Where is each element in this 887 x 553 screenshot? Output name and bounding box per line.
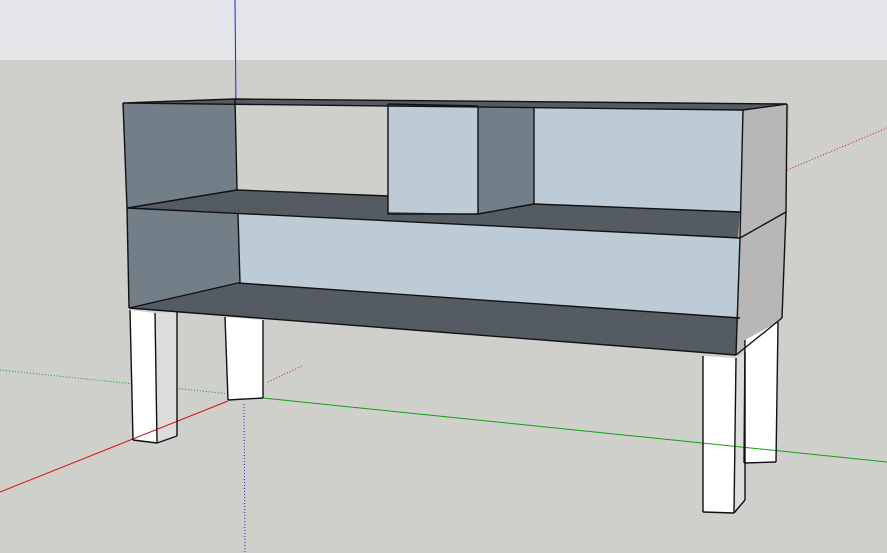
leg-front-right-front[interactable] [703,356,736,513]
cubby-side-wall[interactable] [478,106,534,214]
leg-front-left-front[interactable] [130,310,157,443]
modeling-viewport[interactable] [0,0,887,553]
left-side-panel-upper[interactable] [123,99,237,208]
3d-scene-canvas[interactable] [0,0,887,553]
sky-background [0,0,887,60]
leg-front-left-side[interactable] [155,312,177,443]
leg-back-right[interactable] [744,322,778,463]
leg-back-left[interactable] [225,317,263,400]
cubby-front-face[interactable] [388,104,478,214]
